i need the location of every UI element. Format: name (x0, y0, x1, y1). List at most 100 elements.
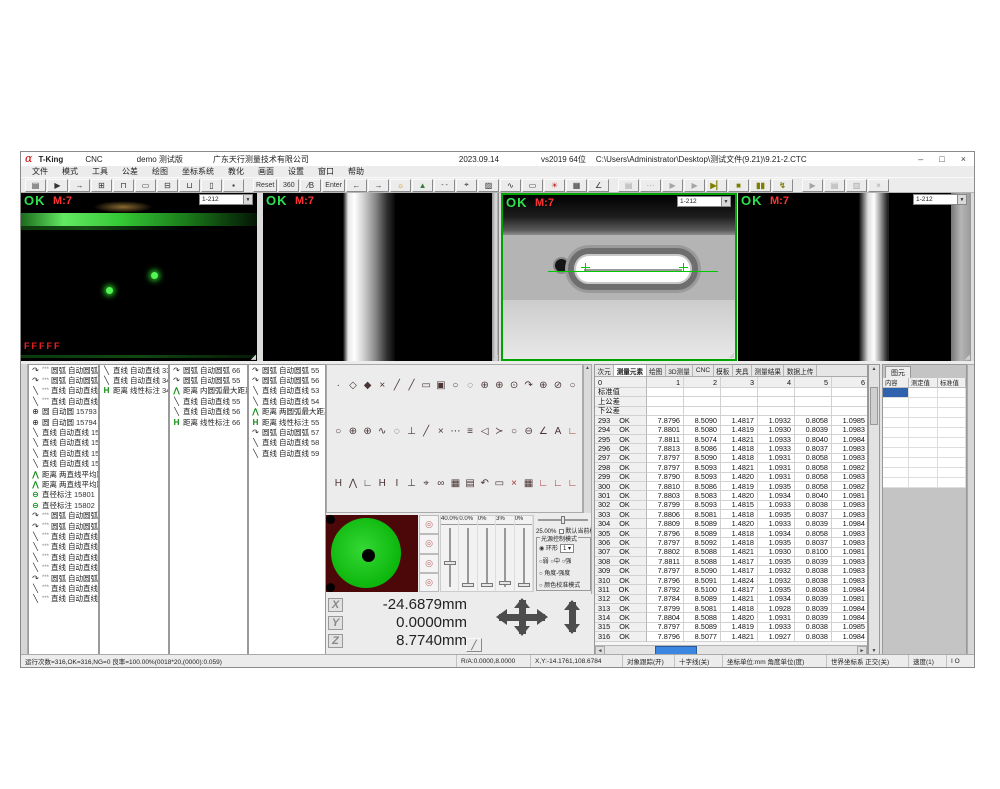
tab-8[interactable]: 数据上传 (784, 365, 816, 376)
palette-tool-icon[interactable]: ╱ (390, 377, 405, 394)
table-row[interactable]: 308OK7.88118.50881.48171.09350.80391.098… (595, 557, 867, 566)
palette-tool-icon[interactable]: ○ (448, 377, 463, 394)
palette-tool-icon[interactable]: ∟ (536, 475, 551, 492)
resize-grip-icon[interactable]: ◢ (493, 353, 498, 361)
element-cell[interactable] (938, 398, 966, 408)
table-row[interactable]: 310OK7.87968.50911.48241.09320.80381.098… (595, 576, 867, 585)
list-item[interactable]: ⋀距离内圆弧最大距离 (170, 386, 247, 396)
radio-selected-icon[interactable]: ◉ (539, 546, 544, 552)
element-cell[interactable] (909, 458, 938, 468)
element-row[interactable] (883, 398, 966, 408)
table-row[interactable]: 296OK7.88138.50861.48181.09330.80371.098… (595, 444, 867, 453)
element-cell[interactable] (883, 468, 909, 478)
palette-tool-icon[interactable]: ⊖ (521, 423, 536, 440)
palette-tool-icon[interactable]: ∠ (536, 423, 551, 440)
toolbar-button-40[interactable]: × (868, 179, 889, 192)
palette-tool-icon[interactable]: ▭ (492, 475, 507, 492)
element-cell[interactable] (938, 448, 966, 458)
element-cell[interactable] (909, 398, 938, 408)
table-vertical-scrollbar[interactable]: ▲ ▼ (868, 364, 880, 656)
scrollbar-thumb[interactable] (870, 387, 878, 425)
toolbar-button-17[interactable]: ☼ (390, 179, 411, 192)
ring-mode-row[interactable]: ◉ 环形1 ▾ (539, 543, 590, 553)
table-row[interactable]: 316OK7.87968.50771.48211.09270.80381.098… (595, 632, 867, 641)
minimize-button[interactable]: – (918, 154, 923, 164)
table-row[interactable]: 293OK7.87968.50901.48171.09320.80581.098… (595, 416, 867, 425)
element-cell[interactable] (883, 438, 909, 448)
palette-tool-icon[interactable]: ∟ (551, 475, 566, 492)
slider-thumb[interactable] (444, 561, 456, 565)
toolbar-button-7[interactable]: ⊔ (179, 179, 200, 192)
toolbar-button-13[interactable]: ∕B (300, 179, 321, 192)
palette-tool-icon[interactable]: ⋀ (346, 475, 361, 492)
list-item[interactable]: ↷圆弧自动圆弧66 (170, 365, 247, 375)
toolbar-button-6[interactable]: ⊟ (157, 179, 178, 192)
palette-tool-icon[interactable]: ∞ (433, 475, 448, 492)
list-item[interactable]: ╲直线自动直线56 (170, 407, 247, 417)
element-cell[interactable] (883, 448, 909, 458)
slider-thumb[interactable] (462, 583, 474, 587)
list-item[interactable]: H距离线性标注34 (100, 386, 168, 396)
toolbar-button-29[interactable]: ⋯ (640, 179, 661, 192)
toolbar-button-1[interactable]: ▶ (47, 179, 68, 192)
list-item[interactable]: ╲***直线自动直线 (29, 531, 98, 541)
toolbar-button-31[interactable]: ▶ (684, 179, 705, 192)
toolbar-button-21[interactable]: ▨ (478, 179, 499, 192)
list-item[interactable]: ⋀距离两圆弧最大距离 (249, 407, 325, 417)
list-item[interactable]: ⊕圆自动圆15794 (29, 417, 98, 427)
toolbar-button-23[interactable]: ▭ (522, 179, 543, 192)
slider-thumb[interactable] (481, 583, 493, 587)
element-cell[interactable] (938, 438, 966, 448)
camera-view-3-selected[interactable]: OK M:7 1-212 ▼ ◢ (501, 193, 737, 361)
color-cal-row[interactable]: ○ 颜色校准模式 (539, 580, 590, 589)
list-item[interactable]: ↷***圆弧自动圆弧 (29, 365, 98, 375)
toolbar-button-18[interactable]: ▲ (412, 179, 433, 192)
tab-4[interactable]: CNC (693, 365, 713, 376)
menu-item-9[interactable]: 窗口 (311, 166, 341, 177)
palette-tool-icon[interactable]: ⊕ (346, 423, 361, 440)
toolbar-button-28[interactable]: ▤ (618, 179, 639, 192)
list-item[interactable]: ╲直线自动直线15796 (29, 438, 98, 448)
palette-tool-icon[interactable]: ○ (331, 423, 346, 440)
element-cell[interactable] (883, 408, 909, 418)
toolbar-button-26[interactable]: ∠ (588, 179, 609, 192)
list-item[interactable]: ╲***直线自动直线 (29, 542, 98, 552)
palette-tool-icon[interactable]: ≡ (463, 423, 478, 440)
table-row[interactable]: 311OK7.87928.51001.48171.09350.80381.098… (595, 585, 867, 594)
palette-tool-icon[interactable]: × (507, 475, 522, 492)
table-row[interactable]: 305OK7.87968.50891.48181.09340.80581.098… (595, 529, 867, 538)
list-item[interactable]: ⊖直径标注15801 (29, 490, 98, 500)
palette-tool-icon[interactable]: ∟ (565, 475, 580, 492)
light-ring-icon[interactable]: ◎ (419, 554, 439, 573)
light-ring-icon[interactable]: ◎ (419, 573, 439, 592)
radio-icon[interactable]: ○ (539, 583, 543, 589)
list-item[interactable]: ↷***圆弧自动圆弧 (29, 375, 98, 385)
element-cell[interactable] (938, 478, 966, 488)
toolbar-button-4[interactable]: ⊓ (113, 179, 134, 192)
camera1-selector-dropdown[interactable]: 1-212 ▼ (199, 194, 253, 205)
element-cell[interactable] (909, 408, 938, 418)
table-row[interactable]: 309OK7.87978.50901.48171.09320.80381.098… (595, 566, 867, 575)
palette-tool-icon[interactable]: ⋯ (448, 423, 463, 440)
palette-tool-icon[interactable]: ╱ (404, 377, 419, 394)
element-cell[interactable] (909, 478, 938, 488)
element-cell[interactable] (938, 428, 966, 438)
palette-tool-icon[interactable]: ○ (565, 377, 580, 394)
element-panel-tab[interactable]: 图元 (885, 366, 911, 378)
element-cell[interactable] (883, 458, 909, 468)
list-item[interactable]: ╲***直线自动直线 (29, 583, 98, 593)
toolbar-button-12[interactable]: 360 (278, 179, 299, 192)
toolbar-button-19[interactable]: - - (434, 179, 455, 192)
list-item[interactable]: H距离线性标注55 (249, 417, 325, 427)
toolbar-button-22[interactable]: ∿ (500, 179, 521, 192)
list-item[interactable]: ╲直线自动直线15798 (29, 459, 98, 469)
palette-tool-icon[interactable]: ▦ (448, 475, 463, 492)
palette-tool-icon[interactable]: ▣ (433, 377, 448, 394)
camera-view-4[interactable]: OK M:7 1-212 ▼ ◢ (738, 193, 971, 361)
light-ring-icon[interactable]: ◎ (419, 534, 439, 553)
toolbar-button-15[interactable]: ← (346, 179, 367, 192)
light-slider-2[interactable]: 0% (478, 516, 496, 591)
list-item[interactable]: ↷***圆弧自动圆弧 (29, 573, 98, 583)
table-row[interactable]: 300OK7.88108.50861.48191.09350.80581.098… (595, 482, 867, 491)
table-row[interactable]: 295OK7.88118.50741.48211.09330.80401.098… (595, 435, 867, 444)
